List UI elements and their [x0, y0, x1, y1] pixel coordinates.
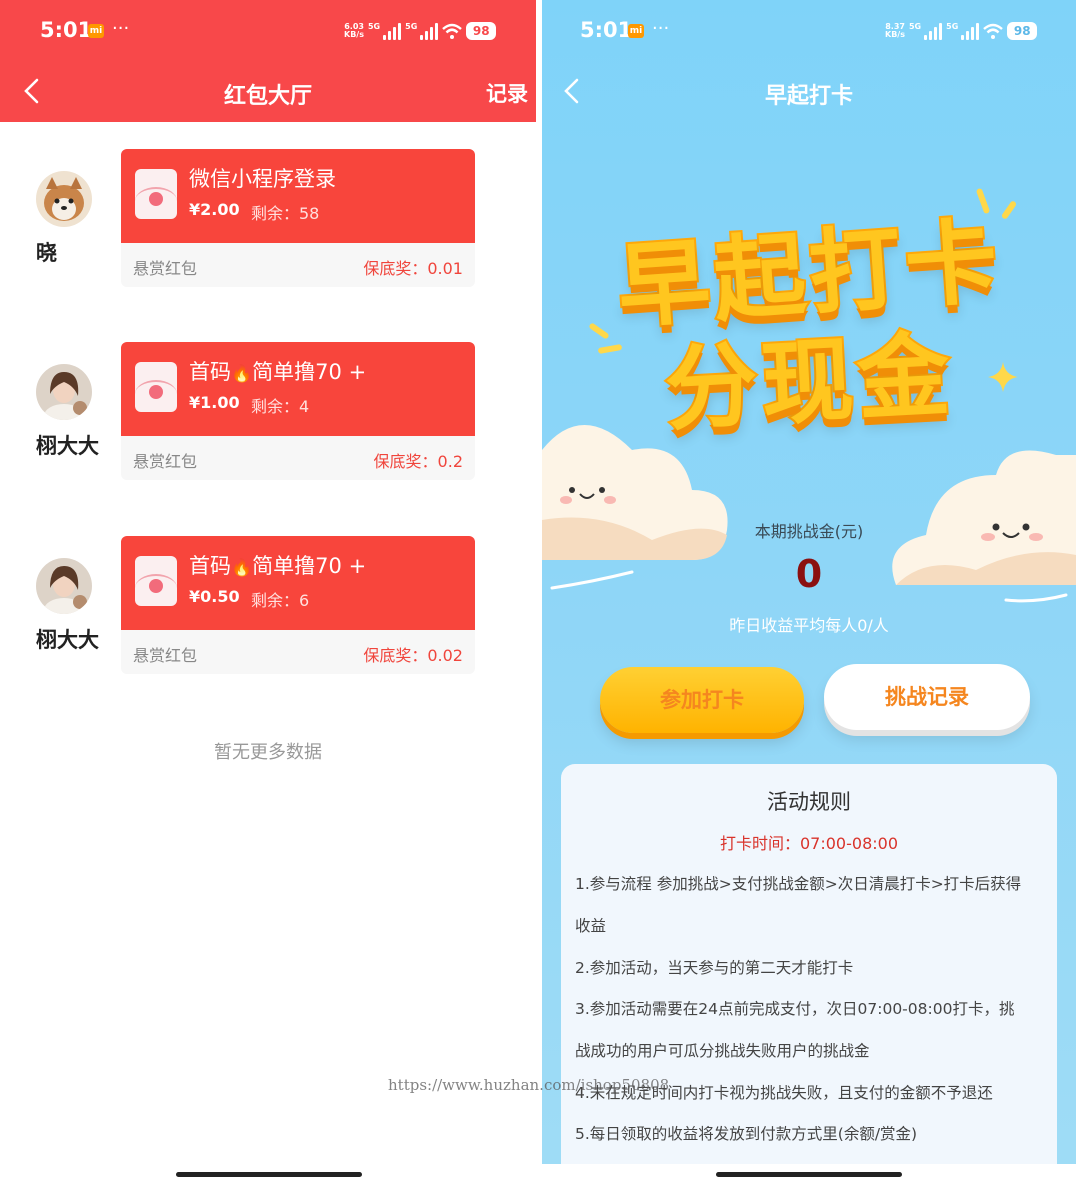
status-time: 5:01 [40, 18, 93, 42]
red-packet-card[interactable]: 首码🔥简单撸70 + ¥0.50 剩余：6 悬赏红包 保底奖：0.02 [121, 536, 475, 674]
red-envelope-icon [135, 362, 177, 412]
rule-line: 5.每日领取的收益将发放到付款方式里(余额/赏金) [575, 1125, 918, 1143]
stake-label: 本期挑战金(元) [754, 522, 864, 541]
rule-line: 1.参与流程 参加挑战>支付挑战金额>次日清晨打卡>打卡后获得 [575, 875, 1022, 893]
page-title: 红包大厅 [223, 84, 312, 109]
red-packet-card[interactable]: 首码🔥简单撸70 + ¥1.00 剩余：4 悬赏红包 保底奖：0.2 [121, 342, 475, 480]
rule-line: 收益 [575, 917, 607, 935]
task-title: 微信小程序登录 [189, 167, 336, 191]
reward-amount: ¥0.50 [189, 587, 240, 606]
rules-panel: 活动规则 打卡时间：07:00-08:00 1.参与流程 参加挑战>支付挑战金额… [561, 764, 1057, 1164]
status-icons: 6.03 KB/s 5G 5G 98 [344, 20, 497, 42]
rules-title: 活动规则 [767, 790, 851, 814]
signal-icon-1: 5G [368, 22, 402, 40]
avatar [36, 171, 92, 227]
hero-banner: 早起打卡 分现金 [542, 170, 1076, 450]
remaining-count: 剩余：6 [251, 591, 310, 610]
join-checkin-button[interactable]: 参加打卡 [600, 667, 804, 733]
status-time: 5:01 [580, 18, 633, 42]
red-packet-entry[interactable]: 栩大大 首码🔥简单撸70 + ¥0.50 剩余：6 悬赏红包 保底奖：0.02 [0, 536, 536, 676]
red-envelope-icon [135, 169, 177, 219]
red-packet-entry[interactable]: 栩大大 首码🔥简单撸70 + ¥1.00 剩余：4 悬赏红包 保底奖：0.2 [0, 342, 536, 482]
checkin-time: 打卡时间：07:00-08:00 [720, 834, 898, 853]
battery-indicator: 98 [1007, 22, 1038, 40]
min-reward: 保底奖：0.02 [363, 646, 463, 665]
remaining-count: 剩余：58 [251, 204, 320, 223]
packet-type: 悬赏红包 [133, 259, 198, 278]
screenshot-root: 5:01 mi ··· 6.03KB/s 5G 5G 98 红包大厅 记录 晓 [0, 0, 1076, 1182]
reward-amount: ¥1.00 [189, 393, 240, 412]
status-bar: 5:01 mi ··· 6.03 KB/s 5G 5G 98 [0, 0, 536, 62]
red-packet-hall-screen: 5:01 mi ··· 6.03KB/s 5G 5G 98 红包大厅 记录 晓 [0, 0, 536, 1182]
signal-icon-2: 5G [946, 22, 980, 40]
red-packet-entry[interactable]: 晓 微信小程序登录 ¥2.00 剩余：58 悬赏红包 保底奖：0.01 [0, 149, 536, 289]
network-speed: 6.03 KB/s [344, 22, 364, 39]
fire-icon: 🔥 [231, 558, 253, 578]
task-title: 首码🔥简单撸70 + [189, 554, 367, 578]
nav-bar: 红包大厅 记录 [0, 62, 536, 122]
wifi-icon [442, 23, 463, 39]
rule-line: 3.参加活动需要在24点前完成支付，次日07:00-08:00打卡，挑 [575, 1000, 1015, 1018]
no-more-data-label: 暂无更多数据 [214, 742, 322, 763]
records-link[interactable]: 记录 [486, 78, 528, 108]
watermark-text: https://www.huzhan.com/ishop50808 [388, 1076, 670, 1094]
username: 栩大大 [36, 628, 99, 652]
mi-app-icon: mi [88, 24, 104, 38]
packet-type: 悬赏红包 [133, 452, 198, 471]
home-indicator[interactable] [716, 1172, 902, 1177]
status-icons: 8.37 KB/s 5G 5G 98 [885, 20, 1038, 42]
more-notifications-icon: ··· [112, 18, 130, 39]
signal-icon-2: 5G [405, 22, 439, 40]
stake-value: 0 [795, 552, 823, 596]
avatar [36, 558, 92, 614]
avatar [36, 364, 92, 420]
network-speed: 8.37 KB/s [885, 22, 905, 39]
username: 栩大大 [36, 434, 99, 458]
min-reward: 保底奖：0.2 [373, 452, 463, 471]
signal-icon-1: 5G [909, 22, 943, 40]
mi-app-icon: mi [628, 24, 644, 38]
early-checkin-screen: 5:01 mi ··· 8.37 KB/s 5G 5G 98 早起打卡 早起打卡 … [542, 0, 1076, 1182]
average-earnings: 昨日收益平均每人0/人 [729, 616, 889, 635]
min-reward: 保底奖：0.01 [363, 259, 463, 278]
battery-indicator: 98 [466, 22, 497, 40]
fire-icon: 🔥 [231, 364, 253, 384]
packet-type: 悬赏红包 [133, 646, 198, 665]
reward-amount: ¥2.00 [189, 200, 240, 219]
red-envelope-icon [135, 556, 177, 606]
star-icon [988, 362, 1018, 392]
rule-line: 战成功的用户可瓜分挑战失败用户的挑战金 [575, 1042, 870, 1060]
more-notifications-icon: ··· [652, 18, 670, 39]
challenge-records-button[interactable]: 挑战记录 [824, 664, 1030, 730]
username: 晓 [36, 241, 57, 265]
wifi-icon [983, 23, 1004, 39]
remaining-count: 剩余：4 [251, 397, 310, 416]
task-title: 首码🔥简单撸70 + [189, 360, 367, 384]
page-title: 早起打卡 [764, 84, 853, 109]
red-packet-card[interactable]: 微信小程序登录 ¥2.00 剩余：58 悬赏红包 保底奖：0.01 [121, 149, 475, 287]
home-indicator[interactable] [176, 1172, 362, 1177]
rule-line: 2.参加活动，当天参与的第二天才能打卡 [575, 959, 854, 977]
